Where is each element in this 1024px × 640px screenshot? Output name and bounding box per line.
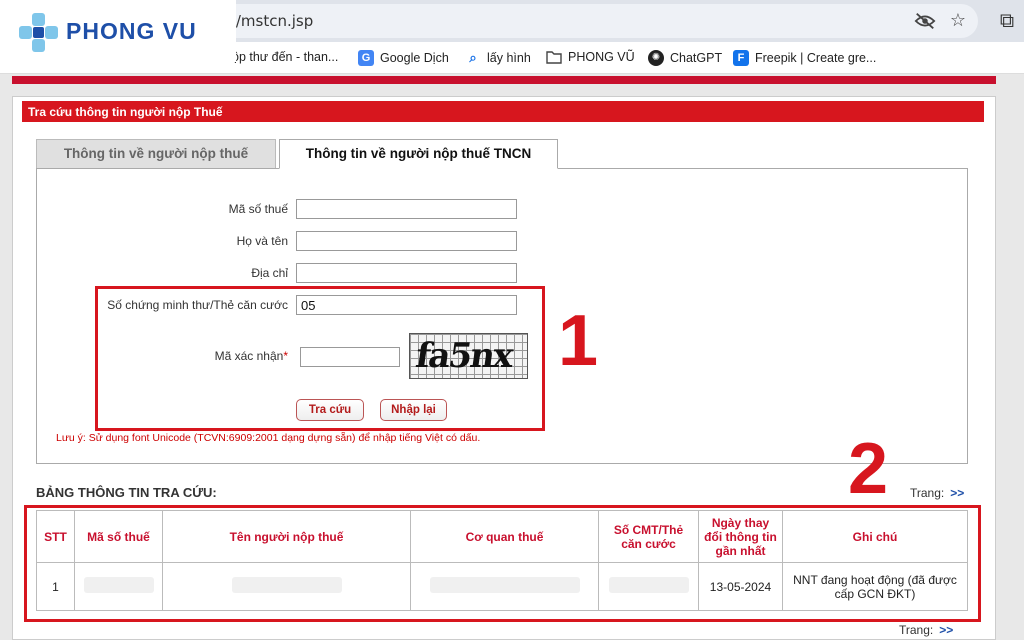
pager-next-link[interactable]: >> bbox=[950, 486, 964, 500]
freepik-icon: F bbox=[733, 50, 749, 66]
bookmark-mail[interactable]: ộp thư đến - than... bbox=[232, 50, 338, 64]
highlight-box-2 bbox=[24, 505, 981, 622]
address-label: Địa chỉ bbox=[251, 266, 288, 280]
bookmark-label: Google Dịch bbox=[380, 51, 449, 65]
address-bar[interactable]: t/mstcn.jsp ☆ bbox=[150, 4, 978, 38]
pager-bottom: Trang: >> bbox=[899, 623, 953, 637]
logo-text: PHONG VU bbox=[66, 18, 197, 44]
pager-label: Trang: bbox=[910, 486, 945, 500]
bookmark-google-dich[interactable]: G Google Dịch bbox=[358, 50, 449, 66]
star-icon[interactable]: ☆ bbox=[950, 10, 966, 31]
bookmark-chatgpt[interactable]: ✺ ChatGPT bbox=[648, 50, 722, 66]
bookmark-label: Freepik | Create gre... bbox=[755, 51, 877, 65]
bookmark-label: ChatGPT bbox=[670, 51, 723, 65]
search-icon: ⌕ bbox=[469, 50, 477, 65]
pager-next-link[interactable]: >> bbox=[939, 623, 953, 637]
full-name-input[interactable] bbox=[296, 231, 517, 251]
translate-icon: G bbox=[358, 50, 374, 66]
url-text[interactable]: t/mstcn.jsp bbox=[230, 12, 313, 30]
bookmark-label: ộp thư đến - than... bbox=[232, 50, 339, 64]
address-input[interactable] bbox=[296, 263, 517, 283]
bookmark-phong-vu[interactable]: PHONG VŨ bbox=[546, 50, 635, 64]
tab-taxpayer-info[interactable]: Thông tin về người nộp thuế bbox=[36, 139, 276, 169]
bookmark-label: lấy hình bbox=[487, 51, 531, 65]
pager-label: Trang: bbox=[899, 623, 934, 637]
unicode-note: Lưu ý: Sử dụng font Unicode (TCVN:6909:2… bbox=[56, 432, 481, 444]
highlight-box-1 bbox=[95, 286, 545, 431]
tab-taxpayer-info-tncn[interactable]: Thông tin về người nộp thuế TNCN bbox=[279, 139, 558, 169]
annotation-number-1: 1 bbox=[558, 301, 599, 381]
full-name-label: Họ và tên bbox=[236, 234, 288, 248]
pager-top: Trang: >> bbox=[910, 486, 964, 500]
chatgpt-icon: ✺ bbox=[648, 50, 664, 66]
extensions-puzzle-icon[interactable]: ⧉ bbox=[994, 8, 1020, 34]
bookmark-lay-hinh[interactable]: ⌕ lấy hình bbox=[465, 50, 531, 66]
folder-icon bbox=[546, 51, 562, 64]
phong-vu-logo-mark-icon bbox=[19, 13, 58, 52]
annotation-number-2: 2 bbox=[848, 429, 889, 509]
phong-vu-logo: PHONG VU bbox=[0, 0, 236, 62]
tax-code-input[interactable] bbox=[296, 199, 517, 219]
site-header-strip bbox=[12, 76, 996, 84]
eye-slash-icon[interactable] bbox=[914, 11, 936, 31]
tax-code-label: Mã số thuế bbox=[228, 202, 288, 216]
results-title: BẢNG THÔNG TIN TRA CỨU: bbox=[36, 485, 217, 500]
panel-title: Tra cứu thông tin người nộp Thuế bbox=[22, 101, 984, 122]
bookmark-freepik[interactable]: F Freepik | Create gre... bbox=[733, 50, 876, 66]
bookmark-label: PHONG VŨ bbox=[568, 50, 635, 64]
